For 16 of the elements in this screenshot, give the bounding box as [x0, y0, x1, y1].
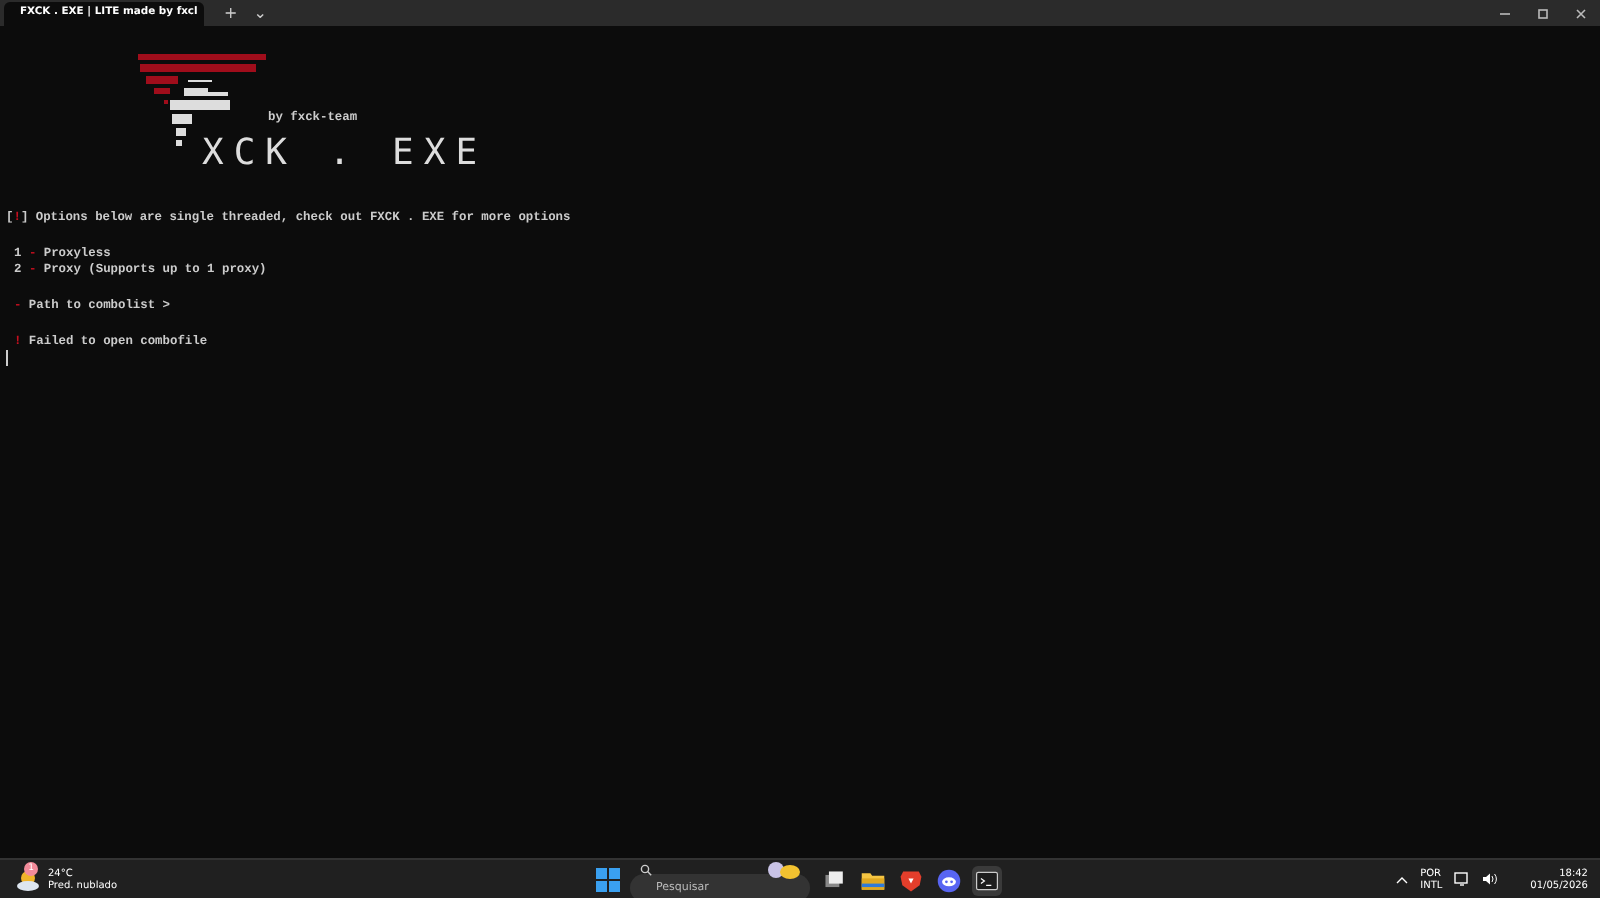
game-controller-icon — [936, 867, 962, 893]
search-highlight-icon — [766, 860, 802, 880]
taskbar-app-button[interactable] — [934, 865, 964, 895]
search-icon — [640, 864, 652, 876]
text-cursor — [6, 350, 8, 366]
tab-dropdown-button[interactable]: ⌄ — [245, 0, 275, 26]
logo-text: XCK . EXE — [202, 134, 488, 174]
task-view-icon — [822, 867, 848, 893]
folder-icon — [860, 867, 886, 893]
start-icon[interactable] — [596, 868, 620, 892]
chevron-up-icon[interactable] — [1396, 875, 1409, 883]
volume-icon[interactable] — [1482, 872, 1499, 886]
new-tab-button[interactable]: + — [216, 0, 246, 26]
terminal-icon — [974, 867, 1000, 893]
taskbar-app-button[interactable] — [972, 865, 1002, 895]
network-icon[interactable] — [1454, 872, 1471, 886]
